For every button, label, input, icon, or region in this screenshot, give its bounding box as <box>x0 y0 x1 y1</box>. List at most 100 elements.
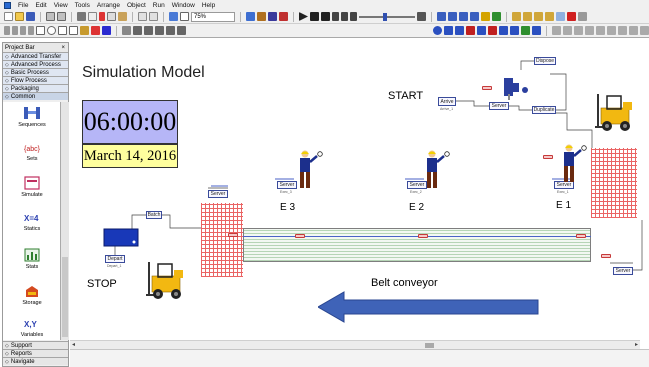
animation-speed-slider[interactable] <box>359 12 415 22</box>
glue-icon[interactable] <box>596 26 605 35</box>
what-this-help-icon[interactable] <box>417 12 426 21</box>
view-grid-icon[interactable] <box>552 26 561 35</box>
panel-common[interactable]: ◇ Common <box>3 92 68 100</box>
arrange-icon[interactable] <box>607 26 616 35</box>
scroll-thumb[interactable] <box>425 343 434 348</box>
draw-resource-icon[interactable] <box>448 12 457 21</box>
view-all-icon[interactable] <box>169 12 178 21</box>
zoom-select[interactable]: 75% <box>191 11 235 22</box>
paste-icon[interactable] <box>118 12 127 21</box>
module-storage[interactable]: Storage <box>3 284 61 306</box>
menu-file[interactable]: File <box>18 2 28 9</box>
draw-queue-icon[interactable] <box>437 12 446 21</box>
end-icon[interactable] <box>350 12 357 21</box>
module-sequences[interactable]: Sequences <box>3 106 61 128</box>
promote-path-icon[interactable] <box>499 26 508 35</box>
draw-level-icon[interactable] <box>481 12 490 21</box>
debug-icon[interactable] <box>629 26 638 35</box>
close-icon[interactable]: × <box>61 45 65 51</box>
draw-global-icon[interactable] <box>492 12 501 21</box>
box-icon[interactable] <box>36 26 45 35</box>
split-screen-icon[interactable] <box>618 26 627 35</box>
polyline-icon[interactable] <box>12 26 18 35</box>
save-icon[interactable] <box>26 12 35 21</box>
module-simulate[interactable]: Simulate <box>3 176 61 198</box>
module-stats[interactable]: Stats <box>3 248 61 270</box>
module-variables[interactable]: X,Y Variables <box>3 318 61 338</box>
background-color-icon[interactable] <box>122 26 131 35</box>
submodel-icon[interactable] <box>268 12 277 21</box>
print-icon[interactable] <box>77 12 86 21</box>
polygon-icon[interactable] <box>58 26 67 35</box>
parking-icon[interactable] <box>521 26 530 35</box>
module-statics[interactable]: X=4 Statics <box>3 212 61 232</box>
cut-icon[interactable] <box>99 12 105 21</box>
draw-plot-icon[interactable] <box>459 12 468 21</box>
rotate-icon[interactable] <box>545 12 554 21</box>
new-file-icon[interactable] <box>4 12 13 21</box>
panel-basic-process[interactable]: ◇ Basic Process <box>3 68 68 76</box>
template-detach-icon[interactable] <box>57 12 66 21</box>
scroll-left-icon[interactable]: ◂ <box>72 341 75 348</box>
panel-advanced-process[interactable]: ◇ Advanced Process <box>3 60 68 68</box>
guides-icon[interactable] <box>585 26 594 35</box>
go-icon[interactable] <box>299 12 308 21</box>
line-style-icon[interactable] <box>144 26 153 35</box>
breakpoint-icon[interactable] <box>567 12 576 21</box>
segment-icon[interactable] <box>466 26 475 35</box>
bezier-icon[interactable] <box>28 26 34 35</box>
template-attach-icon[interactable] <box>46 12 55 21</box>
group-icon[interactable] <box>578 12 587 21</box>
module-list-scrollbar[interactable] <box>61 102 69 340</box>
animate-connectors-icon[interactable] <box>279 12 288 21</box>
seize-area-icon[interactable] <box>532 26 541 35</box>
open-folder-icon[interactable] <box>15 12 24 21</box>
flip-icon[interactable] <box>534 12 543 21</box>
line-color-icon[interactable] <box>80 26 89 35</box>
panel-advanced-transfer[interactable]: ◇ Advanced Transfer <box>3 52 68 60</box>
text-color-icon[interactable] <box>102 26 111 35</box>
distance-icon[interactable] <box>477 26 486 35</box>
panel-flow-process[interactable]: ◇ Flow Process <box>3 76 68 84</box>
menu-view[interactable]: View <box>54 2 68 9</box>
arrow-style-icon[interactable] <box>155 26 164 35</box>
distribute-icon[interactable] <box>523 12 532 21</box>
fast-forward-icon[interactable] <box>321 12 330 21</box>
panel-support[interactable]: ◇ Support <box>3 341 68 349</box>
redo-icon[interactable] <box>149 12 158 21</box>
network-icon[interactable] <box>488 26 497 35</box>
fill-color-icon[interactable] <box>91 26 100 35</box>
snap-icon[interactable] <box>556 12 565 21</box>
canvas-horizontal-scrollbar[interactable]: ◂ ▸ <box>70 340 640 349</box>
draw-histogram-icon[interactable] <box>470 12 479 21</box>
menu-run[interactable]: Run <box>153 2 165 9</box>
panel-navigate[interactable]: ◇ Navigate <box>3 357 68 365</box>
line-icon[interactable] <box>4 26 10 35</box>
rulers-icon[interactable] <box>574 26 583 35</box>
intersection-icon[interactable] <box>444 26 453 35</box>
connect-icon[interactable] <box>257 12 266 21</box>
panel-packaging[interactable]: ◇ Packaging <box>3 84 68 92</box>
fill-pattern-icon[interactable] <box>166 26 175 35</box>
zoom-icon[interactable] <box>180 12 189 21</box>
show-dimensions-icon[interactable] <box>177 26 186 35</box>
step-icon[interactable] <box>310 12 319 21</box>
station-icon[interactable] <box>433 26 442 35</box>
menu-object[interactable]: Object <box>127 2 146 9</box>
snap-grid-icon[interactable] <box>563 26 572 35</box>
menu-window[interactable]: Window <box>172 2 195 9</box>
print-preview-icon[interactable] <box>88 12 97 21</box>
transporter-icon[interactable] <box>510 26 519 35</box>
scroll-right-icon[interactable]: ▸ <box>635 341 638 348</box>
copy-icon[interactable] <box>107 12 116 21</box>
debug-watch-icon[interactable] <box>640 26 649 35</box>
layers-icon[interactable] <box>246 12 255 21</box>
route-icon[interactable] <box>455 26 464 35</box>
undo-icon[interactable] <box>138 12 147 21</box>
panel-reports[interactable]: ◇ Reports <box>3 349 68 357</box>
pause-icon[interactable] <box>332 12 339 21</box>
module-sets[interactable]: {abc} Sets <box>3 142 61 162</box>
ellipse-icon[interactable] <box>47 26 56 35</box>
line-width-icon[interactable] <box>133 26 142 35</box>
menu-edit[interactable]: Edit <box>35 2 46 9</box>
